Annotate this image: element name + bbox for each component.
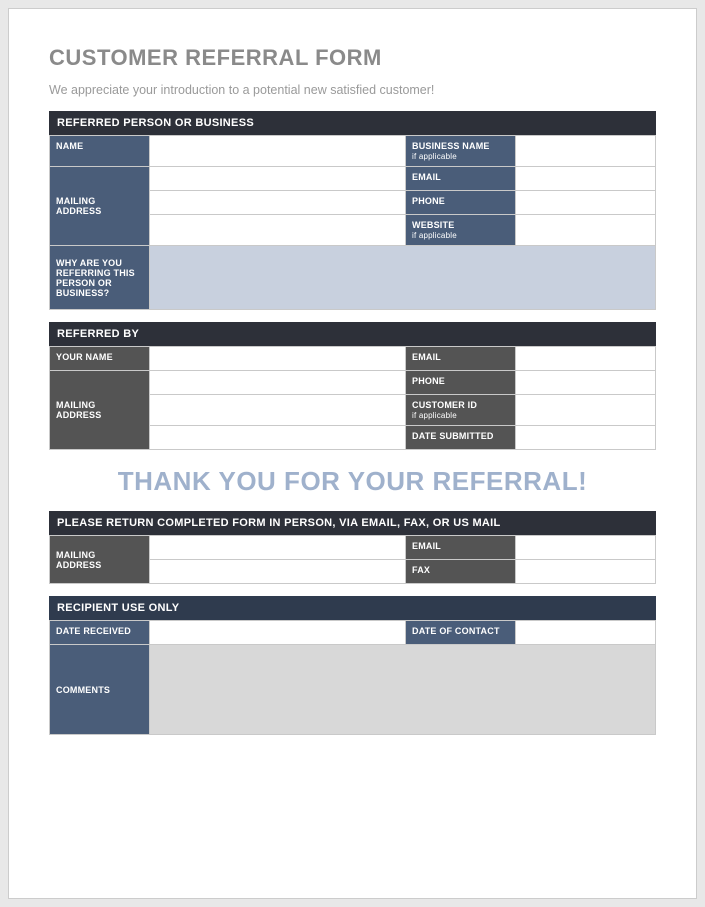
input-date[interactable]: [516, 426, 656, 450]
label-email3: EMAIL: [406, 536, 516, 560]
input-phone[interactable]: [516, 191, 656, 215]
label-website-text: WEBSITE: [412, 220, 454, 230]
referred-table: NAME BUSINESS NAME if applicable MAILING…: [49, 135, 656, 310]
page-title: CUSTOMER REFERRAL FORM: [49, 45, 656, 71]
label-custid-text: CUSTOMER ID: [412, 400, 477, 410]
label-name: NAME: [50, 136, 150, 167]
label-received: DATE RECEIVED: [50, 621, 150, 645]
section-recipient-header: RECIPIENT USE ONLY: [49, 596, 656, 620]
label-custid-sub: if applicable: [412, 411, 509, 420]
input-mailing2-2[interactable]: [150, 395, 406, 426]
referredby-table: YOUR NAME EMAIL MAILING ADDRESS PHONE CU…: [49, 346, 656, 450]
label-mailing2: MAILING ADDRESS: [50, 371, 150, 450]
input-custid[interactable]: [516, 395, 656, 426]
label-business-sub: if applicable: [412, 152, 509, 161]
input-email2[interactable]: [516, 347, 656, 371]
label-date: DATE SUBMITTED: [406, 426, 516, 450]
input-website[interactable]: [516, 215, 656, 246]
label-email2: EMAIL: [406, 347, 516, 371]
form-page: CUSTOMER REFERRAL FORM We appreciate you…: [8, 8, 697, 899]
label-phone: PHONE: [406, 191, 516, 215]
return-table: MAILING ADDRESS EMAIL FAX: [49, 535, 656, 584]
section-referredby-header: REFERRED BY: [49, 322, 656, 346]
input-mailing-3[interactable]: [150, 215, 406, 246]
label-why: WHY ARE YOU REFERRING THIS PERSON OR BUS…: [50, 246, 150, 310]
input-fax[interactable]: [516, 560, 656, 584]
input-phone2[interactable]: [516, 371, 656, 395]
page-subtitle: We appreciate your introduction to a pot…: [49, 83, 656, 97]
label-fax: FAX: [406, 560, 516, 584]
label-email: EMAIL: [406, 167, 516, 191]
label-custid: CUSTOMER ID if applicable: [406, 395, 516, 426]
input-mailing3-2[interactable]: [150, 560, 406, 584]
label-website: WEBSITE if applicable: [406, 215, 516, 246]
input-comments[interactable]: [150, 645, 656, 735]
label-mailing3: MAILING ADDRESS: [50, 536, 150, 584]
label-phone2: PHONE: [406, 371, 516, 395]
recipient-table: DATE RECEIVED DATE OF CONTACT COMMENTS: [49, 620, 656, 735]
input-yourname[interactable]: [150, 347, 406, 371]
input-mailing-2[interactable]: [150, 191, 406, 215]
section-referred-header: REFERRED PERSON OR BUSINESS: [49, 111, 656, 135]
label-website-sub: if applicable: [412, 231, 509, 240]
label-comments: COMMENTS: [50, 645, 150, 735]
input-mailing-1[interactable]: [150, 167, 406, 191]
input-contact[interactable]: [516, 621, 656, 645]
input-email3[interactable]: [516, 536, 656, 560]
input-mailing3-1[interactable]: [150, 536, 406, 560]
input-name[interactable]: [150, 136, 406, 167]
input-received[interactable]: [150, 621, 406, 645]
input-email[interactable]: [516, 167, 656, 191]
label-mailing: MAILING ADDRESS: [50, 167, 150, 246]
input-mailing2-3[interactable]: [150, 426, 406, 450]
label-business: BUSINESS NAME if applicable: [406, 136, 516, 167]
section-return-header: PLEASE RETURN COMPLETED FORM IN PERSON, …: [49, 511, 656, 535]
label-business-text: BUSINESS NAME: [412, 141, 490, 151]
input-why[interactable]: [150, 246, 656, 310]
input-business[interactable]: [516, 136, 656, 167]
label-contact: DATE OF CONTACT: [406, 621, 516, 645]
thank-you-text: THANK YOU FOR YOUR REFERRAL!: [49, 466, 656, 497]
input-mailing2-1[interactable]: [150, 371, 406, 395]
label-yourname: YOUR NAME: [50, 347, 150, 371]
